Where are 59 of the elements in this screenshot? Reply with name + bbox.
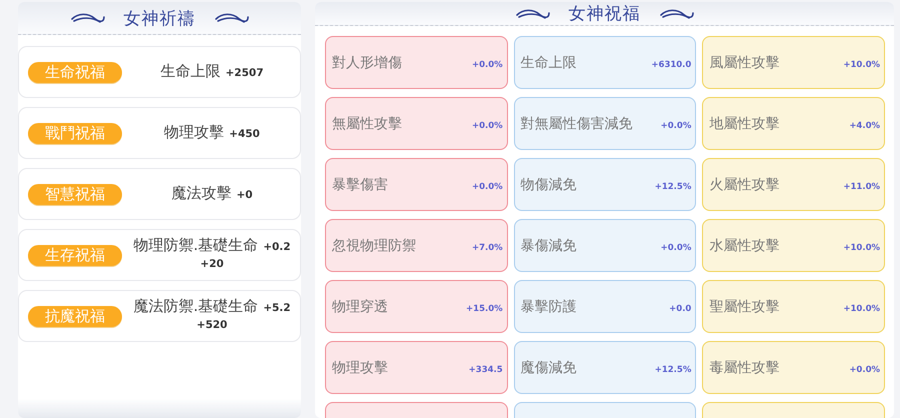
stat-name: 魔法防禦.基礎生命 bbox=[133, 298, 258, 315]
swirl-ornament-icon bbox=[70, 11, 106, 25]
stat-value: +0.0% bbox=[849, 364, 880, 374]
stat-name: 火屬性攻擊 bbox=[709, 178, 780, 192]
stat-name: 魔傷減免 bbox=[520, 360, 577, 374]
swirl-ornament-icon bbox=[214, 11, 250, 25]
stat-name: 聖屬性攻擊 bbox=[709, 300, 780, 314]
stat-value: +5.2 bbox=[263, 301, 291, 316]
swirl-ornament-icon bbox=[658, 6, 694, 20]
panel-title: 女神祝福 bbox=[568, 3, 640, 25]
stat-value: +520 bbox=[196, 318, 228, 333]
stat-value: +0.0% bbox=[472, 120, 503, 130]
stat-value: +0.2 bbox=[263, 240, 291, 255]
stat-name: 暴擊傷害 bbox=[332, 178, 388, 192]
stat-value: +0.0% bbox=[660, 242, 692, 252]
stat-value: +20 bbox=[200, 257, 224, 272]
stat-name: 暴擊防護 bbox=[520, 300, 577, 314]
stat-value: +4.0% bbox=[849, 120, 880, 130]
stat-name: 對人形增傷 bbox=[332, 56, 402, 70]
stat-value: +15.0% bbox=[466, 302, 503, 314]
stat-name: 風屬性攻擊 bbox=[709, 56, 780, 70]
stat-value: +0.0 bbox=[669, 302, 692, 314]
stat-value: +12.5% bbox=[654, 180, 692, 192]
blessing-badge: 生存祝福 bbox=[28, 244, 122, 266]
stat-value: +12.5% bbox=[654, 364, 692, 374]
stat-name: 暴傷減免 bbox=[520, 238, 577, 252]
stat-value: +334.5 bbox=[468, 364, 503, 374]
stat-name: 無屬性攻擊 bbox=[332, 116, 402, 130]
stat-value: +450 bbox=[229, 126, 260, 142]
panel-title: 女神祈禱 bbox=[124, 8, 196, 30]
stat-value: +0 bbox=[236, 188, 253, 202]
swirl-ornament-icon bbox=[514, 6, 550, 20]
blessing-badge: 抗魔祝福 bbox=[28, 306, 122, 326]
blessing-badge: 生命祝福 bbox=[28, 62, 122, 82]
stat-name: 物理防禦.基礎生命 bbox=[133, 237, 258, 254]
stat-value: +0.0% bbox=[472, 180, 503, 192]
stat-value: +7.0% bbox=[472, 242, 503, 252]
blessing-badge: 戰鬥祝福 bbox=[28, 122, 122, 144]
stat-value: +10.0% bbox=[843, 242, 880, 252]
stat-name: 忽視物理防禦 bbox=[332, 238, 416, 252]
stat-value: +11.0% bbox=[843, 180, 880, 192]
blessing-badge: 智慧祝福 bbox=[28, 184, 122, 204]
stat-name: 生命上限 bbox=[160, 62, 220, 80]
stat-value: +0.0% bbox=[472, 58, 503, 70]
stat-name: 對無屬性傷害減免 bbox=[520, 116, 633, 130]
stat-name: 生命上限 bbox=[520, 56, 577, 70]
stat-name: 物理攻擊 bbox=[332, 360, 388, 374]
stat-name: 地屬性攻擊 bbox=[709, 116, 780, 130]
stat-name: 物理穿透 bbox=[332, 300, 388, 314]
stat-value: +10.0% bbox=[843, 302, 880, 314]
stat-value: +2507 bbox=[225, 66, 264, 80]
stat-value: +10.0% bbox=[843, 58, 880, 70]
stat-name: 魔法攻擊 bbox=[171, 184, 232, 202]
stat-name: 物傷減免 bbox=[520, 178, 577, 192]
stat-name: 物理攻擊 bbox=[164, 124, 224, 140]
stat-value: +6310.0 bbox=[651, 58, 692, 70]
stat-value: +0.0% bbox=[660, 120, 692, 130]
stat-name: 水屬性攻擊 bbox=[709, 238, 780, 252]
stat-name: 毒屬性攻擊 bbox=[709, 360, 780, 374]
